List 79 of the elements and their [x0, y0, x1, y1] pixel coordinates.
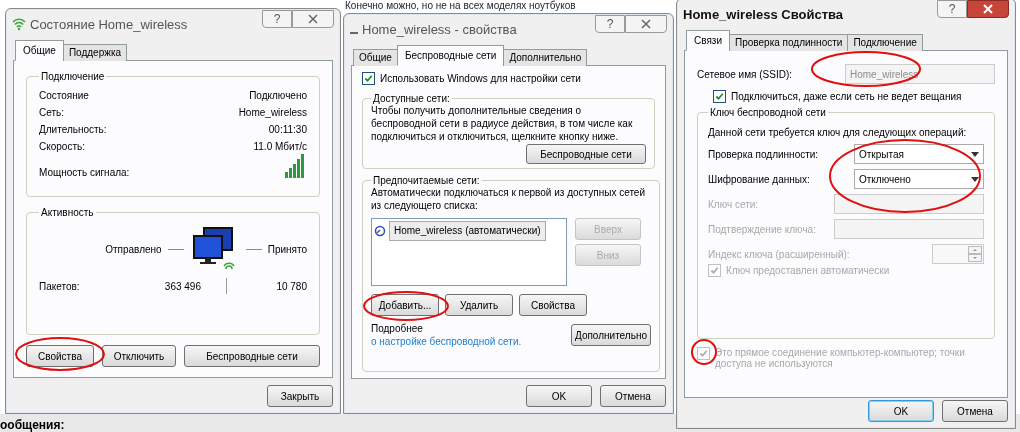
dialog-button[interactable]: Отключить: [102, 345, 176, 367]
dropdown[interactable]: Открытая: [854, 144, 984, 164]
list-action-button[interactable]: Удалить: [445, 294, 513, 316]
field-label: Сетевое имя (SSID):: [697, 68, 792, 80]
group-label: Ключ беспроводной сети: [709, 107, 827, 118]
network-icon: [374, 225, 386, 237]
tab[interactable]: Дополнительно: [503, 49, 588, 66]
advanced-button[interactable]: Дополнительно: [571, 324, 651, 346]
field-label: Длительность:: [39, 124, 107, 135]
signal-bars-icon: [285, 154, 307, 178]
close-icon: [308, 14, 318, 24]
dialog-button[interactable]: Беспроводные сети: [184, 345, 320, 367]
description-text: Автоматически подключаться к первой из доступных сетей из следующего списка:: [371, 186, 647, 212]
forum-text: ообщения:: [0, 418, 65, 432]
field-value: 00:11:30: [268, 124, 307, 135]
tab[interactable]: Поддержка: [62, 44, 128, 61]
checkbox[interactable]: [362, 72, 375, 85]
checkbox[interactable]: [713, 90, 726, 103]
window-title: Home_wireless Свойства: [683, 6, 845, 22]
window-title: Home_wireless - свойства: [362, 21, 518, 37]
help-link[interactable]: о настройке беспроводной сети.: [371, 336, 522, 347]
field-label: Проверка подлинности:: [708, 148, 819, 160]
cancel-button[interactable]: Отмена: [600, 385, 666, 407]
tab[interactable]: Беспроводные сети: [396, 45, 505, 66]
close-icon: [983, 4, 993, 14]
ok-button[interactable]: OK: [868, 400, 934, 422]
received-label: Принято: [267, 243, 307, 255]
group-label: Подключение: [40, 71, 106, 82]
tab[interactable]: Общие: [353, 49, 398, 66]
tab[interactable]: Связи: [686, 30, 730, 51]
cancel-button[interactable]: Отмена: [942, 400, 1008, 422]
group-label: Предпочитаемые сети:: [372, 175, 481, 186]
field-value: Home_wireless: [238, 107, 307, 118]
help-button[interactable]: ?: [937, 0, 967, 18]
field-label: Состояние: [39, 90, 89, 101]
close-dialog-button[interactable]: Закрыть: [267, 385, 333, 407]
checkbox-label: Использовать Windows для настройки сети: [380, 73, 581, 84]
help-button[interactable]: ?: [262, 10, 292, 28]
window-title: Состояние Home_wireless: [30, 16, 189, 32]
wireless-icon: [12, 17, 26, 31]
field-label: Шифрование данных:: [708, 173, 810, 185]
checkbox-label: Ключ предоставлен автоматически: [726, 265, 890, 276]
packets-label: Пакетов:: [39, 280, 81, 292]
group-label: Доступные сети:: [373, 93, 451, 104]
description-text: Данной сети требуется ключ для следующих операций:: [708, 126, 968, 139]
help-text: Подробнее о настройке беспроводной сети.: [371, 322, 523, 348]
forum-text: Конечно можно, но не на всех моделях ноутбуков: [345, 0, 576, 12]
field-label: Индекс ключа (расширенный):: [708, 248, 850, 260]
annotation-ellipse: [691, 339, 717, 365]
tab[interactable]: Проверка подлинности: [729, 34, 849, 51]
field-label: Сеть:: [39, 107, 65, 118]
list-action-button[interactable]: Свойства: [519, 294, 587, 316]
help-button[interactable]: ?: [595, 15, 625, 33]
ok-button[interactable]: OK: [526, 385, 592, 407]
list-item[interactable]: Home_wireless (автоматически): [389, 221, 546, 241]
dropdown[interactable]: Отключено: [854, 169, 984, 189]
sent-count: 363 496: [163, 280, 201, 292]
field-label: Подтверждение ключа:: [708, 223, 816, 235]
caret-icon: [971, 176, 979, 182]
sent-label: Отправлено: [105, 243, 162, 255]
close-button[interactable]: [625, 15, 667, 33]
list-action-button[interactable]: Добавить...: [371, 294, 439, 316]
tab[interactable]: Общие: [15, 40, 64, 61]
tab[interactable]: Подключение: [847, 34, 923, 51]
field-label: Ключ сети:: [708, 198, 759, 210]
dialog-button[interactable]: Свойства: [26, 345, 94, 367]
description-text: Чтобы получить дополнительные сведения о беспроводной сети в радиусе действия, в том числе как подключиться и отключиться, щелкните кнопку ниже.: [371, 105, 634, 143]
field-value: 11.0 Мбит/с: [253, 141, 307, 152]
field-label: Скорость:: [39, 141, 85, 152]
field-label: Мощность сигнала:: [39, 167, 130, 178]
wireless-networks-button[interactable]: Беспроводные сети: [526, 144, 646, 164]
close-button[interactable]: [967, 0, 1009, 18]
received-count: 10 780: [275, 280, 307, 292]
field-value: Подключено: [249, 90, 307, 101]
checkbox-label: Подключиться, даже если сеть не ведет вещания: [731, 91, 962, 102]
close-icon: [641, 19, 651, 29]
close-button[interactable]: [292, 10, 334, 28]
caret-icon: [971, 151, 979, 157]
group-label: Активность: [40, 207, 95, 218]
